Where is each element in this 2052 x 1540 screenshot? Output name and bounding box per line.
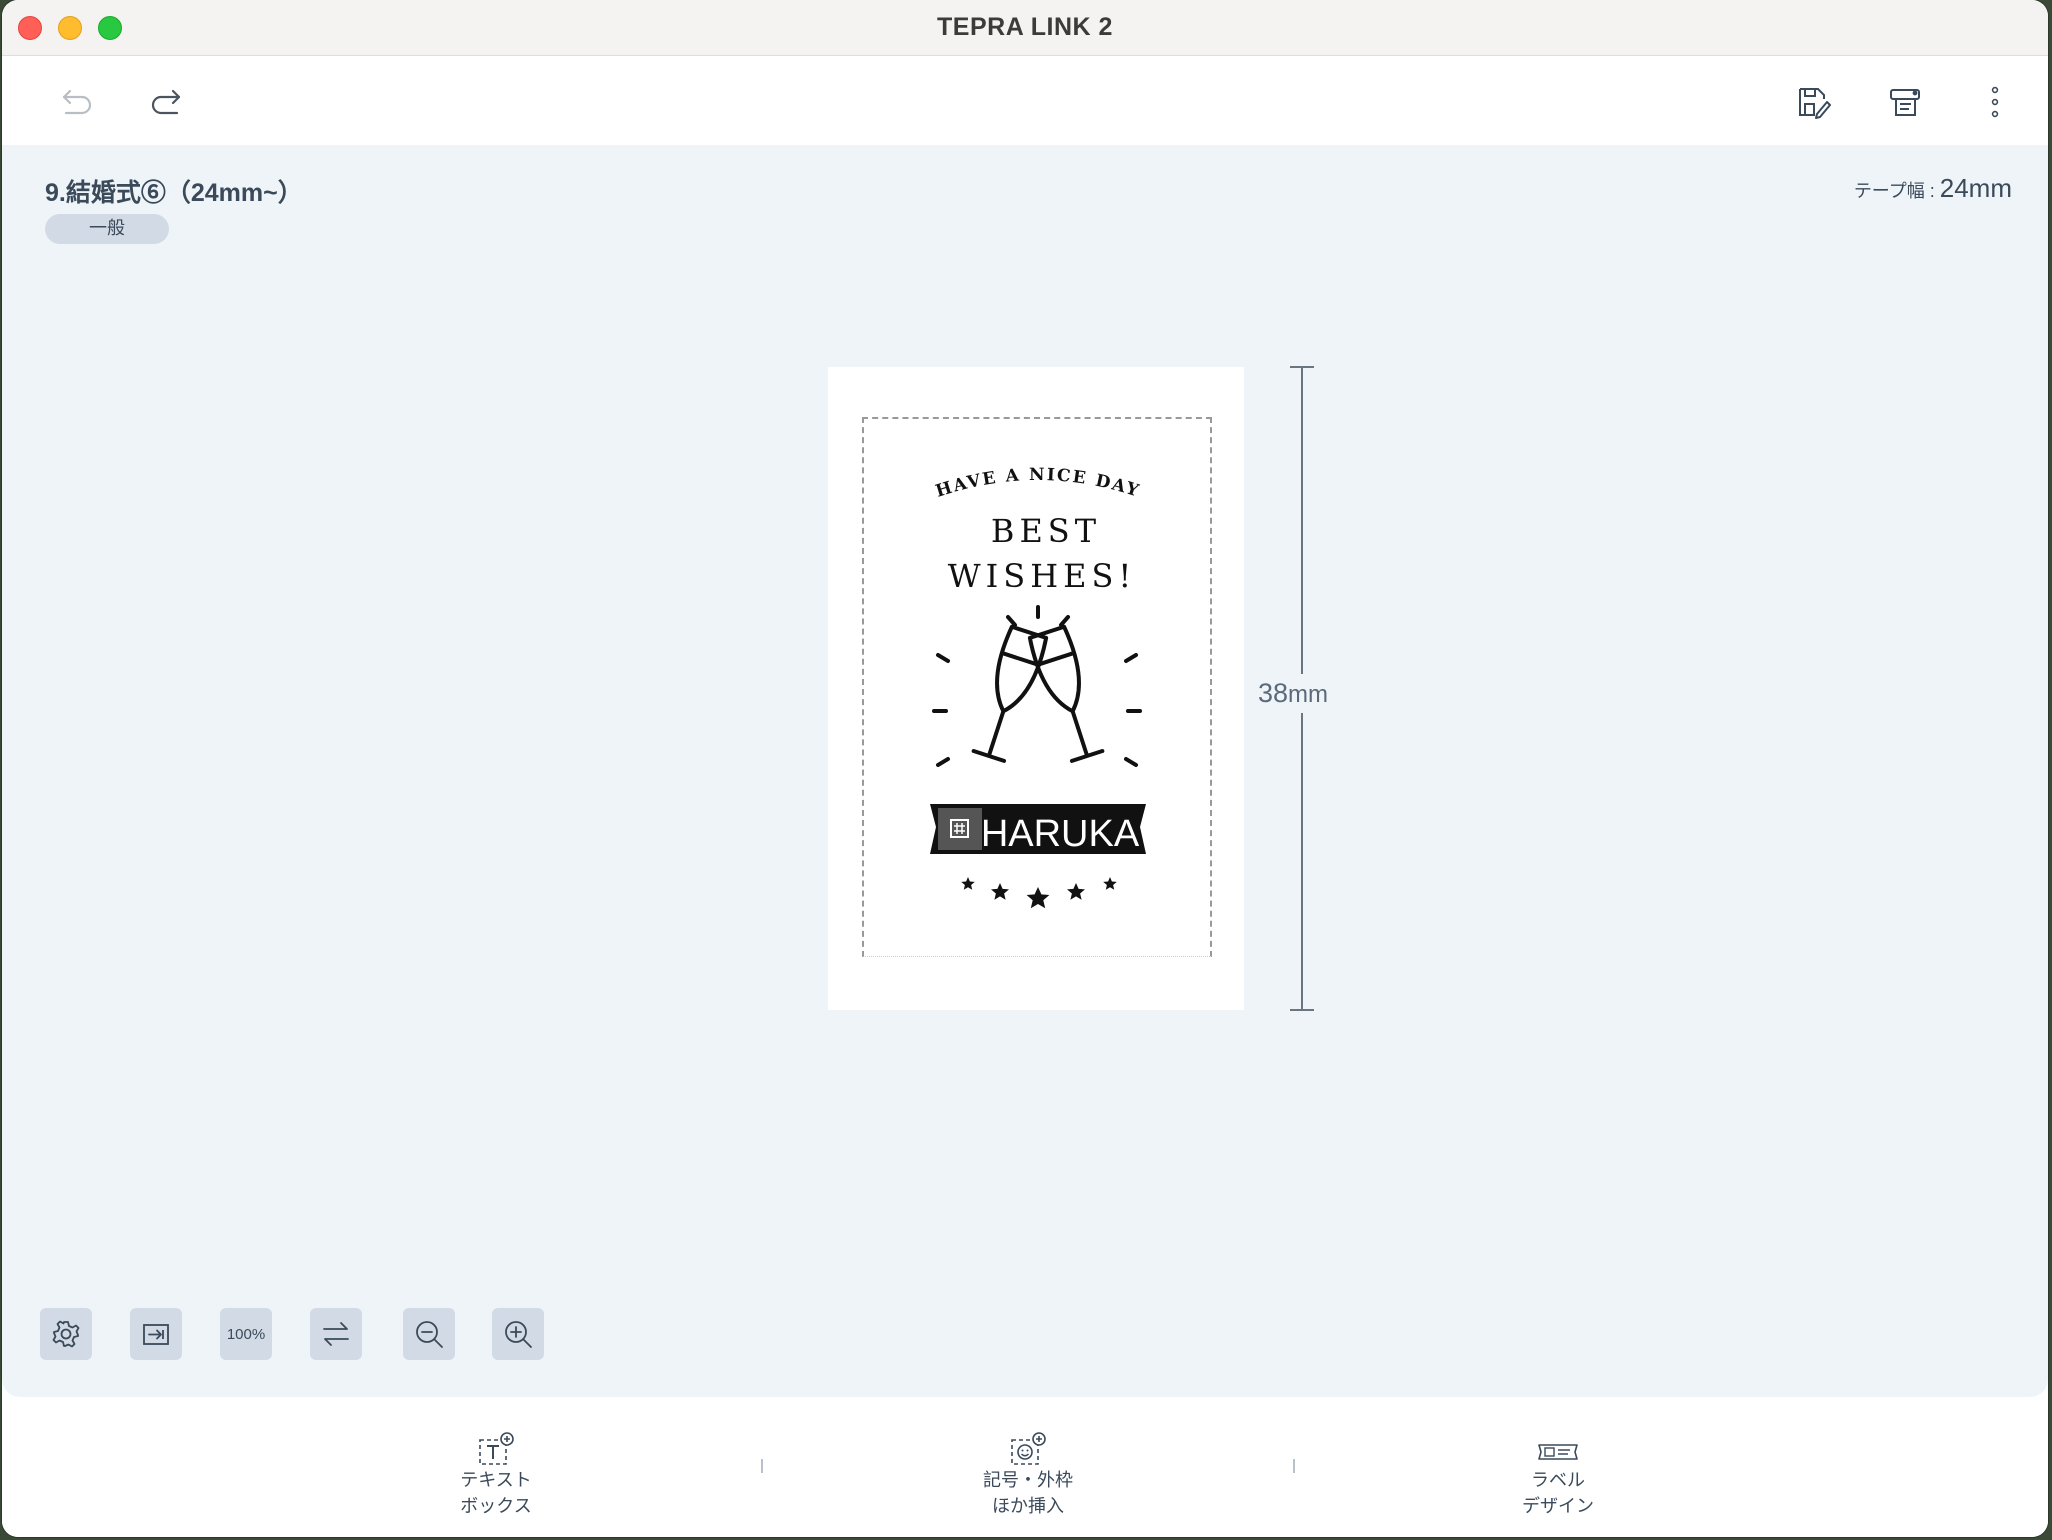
label-arc-text[interactable]: HAVE A NICE DAY: [933, 465, 1143, 502]
app-window: TEPRA LINK 2 9.結婚式⑥（24mm~） 一般 テープ幅: 24m…: [2, 0, 2048, 1537]
star-icon: [1067, 883, 1085, 900]
separator: [761, 1459, 763, 1473]
tape-width-label: テープ幅 :: [1853, 181, 1940, 201]
tape-width-indicator: テープ幅 : 24mm: [1854, 173, 2012, 204]
zoom-100-label: 100%: [226, 1325, 266, 1343]
document-title: 9.結婚式⑥（24mm~）: [45, 179, 303, 207]
separator: [1293, 1459, 1295, 1473]
symbol-add-icon: [1011, 1432, 1046, 1465]
name-banner-text[interactable]: HARUKA: [981, 813, 1140, 855]
label-design: HAVE A NICE DAY BEST WISHES! HARUKA: [930, 465, 1146, 909]
stars-decoration[interactable]: [961, 877, 1117, 909]
champagne-glasses-icon[interactable]: [932, 605, 1142, 767]
more-button[interactable]: [1972, 79, 2018, 125]
undo-button[interactable]: [54, 79, 100, 125]
print-icon: [1890, 89, 1920, 116]
star-icon: [1103, 877, 1117, 890]
zoom-in-button[interactable]: [492, 1308, 544, 1360]
label-text-best[interactable]: BEST: [991, 512, 1101, 550]
redo-button[interactable]: [143, 79, 189, 125]
star-icon: [991, 883, 1009, 900]
text-box-button[interactable]: テキスト ボックス: [396, 1427, 596, 1519]
bottom-bar: テキスト ボックス 記号・外枠 ほか挿入 ラベル デザイン: [2, 1397, 2048, 1537]
more-vertical-icon: [1991, 86, 1999, 118]
rotate-direction-button[interactable]: [310, 1308, 362, 1360]
label-preview[interactable]: HAVE A NICE DAY BEST WISHES! HARUKA: [828, 367, 1244, 1010]
zoom-out-button[interactable]: [403, 1308, 455, 1360]
label-design-label-2: デザイン: [1522, 1496, 1594, 1517]
text-box-add-icon: [479, 1432, 514, 1465]
label-text-wishes[interactable]: WISHES!: [948, 557, 1137, 595]
label-design-icon: [1538, 1444, 1578, 1460]
fit-to-screen-button[interactable]: [130, 1308, 182, 1360]
redo-icon: [151, 89, 181, 115]
label-length: 38mm: [1258, 674, 1348, 713]
text-box-label-1: テキスト: [460, 1470, 532, 1491]
label-design-button[interactable]: ラベル デザイン: [1458, 1427, 1658, 1519]
label-canvas[interactable]: 9.結婚式⑥（24mm~） 一般 テープ幅 : 24mm HAVE A NICE…: [2, 145, 2048, 1397]
star-icon: [961, 877, 975, 890]
gear-icon: [52, 1320, 80, 1348]
title-bar: TEPRA LINK 2: [2, 0, 2048, 56]
undo-icon: [62, 89, 92, 115]
star-icon: [1026, 887, 1050, 909]
insert-symbol-frame-button[interactable]: 記号・外枠 ほか挿入: [928, 1427, 1128, 1519]
swap-arrows-icon: [323, 1322, 349, 1346]
save-button[interactable]: [1791, 79, 1837, 125]
window-title: TEPRA LINK 2: [937, 13, 1113, 41]
zoom-100-button[interactable]: 100%: [220, 1308, 272, 1360]
label-design-label-1: ラベル: [1531, 1470, 1585, 1491]
fit-screen-icon: [143, 1324, 169, 1345]
tape-width-value: 24mm: [1939, 173, 2012, 203]
toolbar: [2, 57, 2048, 145]
name-banner[interactable]: HARUKA: [930, 804, 1146, 855]
category-badge: 一般: [45, 214, 169, 244]
zoom-out-icon: [416, 1321, 443, 1348]
settings-button[interactable]: [40, 1308, 92, 1360]
text-box-label-2: ボックス: [460, 1496, 532, 1517]
print-button[interactable]: [1882, 79, 1928, 125]
insert-symbol-label-2: ほか挿入: [992, 1496, 1064, 1517]
insert-symbol-label-1: 記号・外枠: [983, 1470, 1073, 1491]
save-icon: [1799, 88, 1831, 119]
zoom-in-icon: [505, 1321, 532, 1348]
